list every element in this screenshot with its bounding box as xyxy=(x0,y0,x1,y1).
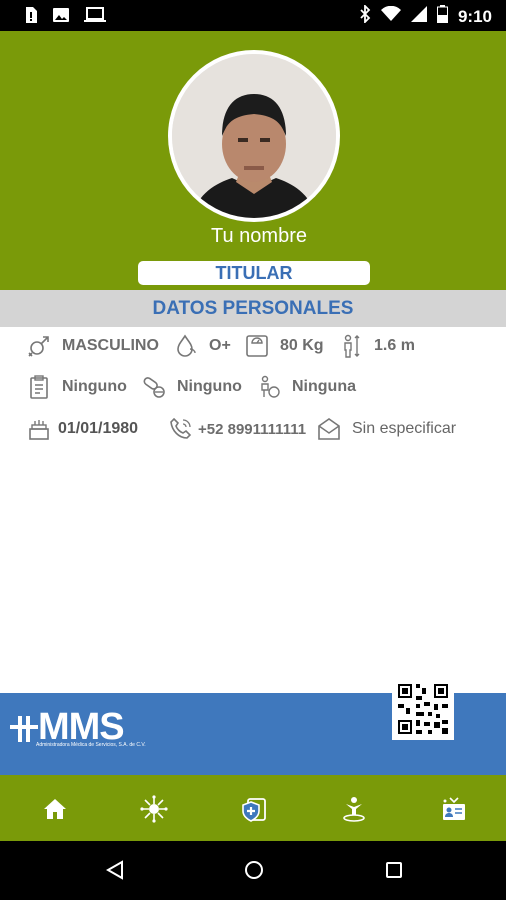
info-row-contact: 01/01/1980 +52 8991111111 Sin especifica… xyxy=(0,416,506,446)
conditions-field: Ninguno xyxy=(26,374,127,400)
disability-icon xyxy=(256,374,282,400)
info-row-medical: Ninguno Ninguno Ninguna xyxy=(0,374,506,404)
disability-value: Ninguna xyxy=(292,378,356,395)
logo-subtext: Administradora Médica de Servicios, S.A.… xyxy=(36,742,146,748)
profile-photo xyxy=(172,54,336,218)
birthdate-field: 01/01/1980 xyxy=(26,416,138,442)
birthdate-value: 01/01/1980 xyxy=(58,420,139,437)
status-bar: 9:10 xyxy=(0,0,506,31)
medications-field: Ninguno xyxy=(141,374,242,400)
phone-field[interactable]: +52 8991111111 xyxy=(168,416,306,442)
email-field[interactable]: Sin especificar xyxy=(316,416,456,442)
qr-code[interactable] xyxy=(392,678,454,740)
email-value: Sin especificar xyxy=(352,420,457,437)
scale-icon xyxy=(244,333,270,359)
height-field: 1.6 m xyxy=(338,333,415,359)
signal-icon xyxy=(410,6,427,27)
person-location-icon xyxy=(340,797,368,827)
image-icon xyxy=(52,7,70,28)
bottom-nav xyxy=(0,775,506,841)
medical-shield-icon xyxy=(240,798,268,827)
wifi-icon xyxy=(380,5,401,27)
mms-logo: MMS Administradora Médica de Servicios, … xyxy=(10,706,170,752)
weight-value: 80 Kg xyxy=(280,337,324,354)
id-card-icon xyxy=(440,797,468,827)
home-system-button[interactable] xyxy=(243,859,265,881)
height-icon xyxy=(338,333,364,359)
back-button[interactable] xyxy=(104,859,126,881)
bluetooth-icon xyxy=(359,3,371,28)
nav-medical-button[interactable] xyxy=(240,795,268,823)
info-row-physical: MASCULINO O+ 80 Kg 1.6 m xyxy=(0,333,506,363)
network-icon xyxy=(140,795,168,827)
android-nav-bar xyxy=(0,841,506,900)
disability-field: Ninguna xyxy=(256,374,356,400)
clipboard-icon xyxy=(26,374,52,400)
section-title: DATOS PERSONALES xyxy=(0,290,506,327)
sim-alert-icon xyxy=(24,6,38,29)
medications-value: Ninguno xyxy=(177,378,242,395)
recents-button[interactable] xyxy=(383,859,405,881)
avatar[interactable] xyxy=(168,50,340,222)
nav-id-card-button[interactable] xyxy=(440,795,468,823)
recents-square-icon xyxy=(383,862,405,885)
nav-location-button[interactable] xyxy=(340,795,368,823)
phone-value: +52 8991111111 xyxy=(198,420,307,438)
gender-field: MASCULINO xyxy=(26,333,159,359)
weight-field: 80 Kg xyxy=(244,333,324,359)
back-triangle-icon xyxy=(104,860,126,885)
blood-type-field: O+ xyxy=(173,333,231,359)
nav-home-button[interactable] xyxy=(41,795,69,823)
pills-icon xyxy=(141,374,167,400)
home-icon xyxy=(41,799,69,827)
email-icon xyxy=(316,416,342,442)
phone-icon xyxy=(168,416,194,442)
blood-drop-icon xyxy=(173,333,199,359)
blood-type-value: O+ xyxy=(209,337,231,354)
gender-icon xyxy=(26,333,52,359)
birthday-cake-icon xyxy=(26,416,52,442)
gender-value: MASCULINO xyxy=(62,337,159,354)
titular-badge: TITULAR xyxy=(138,261,370,285)
nav-network-button[interactable] xyxy=(140,795,168,823)
height-value: 1.6 m xyxy=(374,337,415,354)
battery-icon xyxy=(436,5,448,28)
clock: 9:10 xyxy=(457,6,492,26)
profile-name: Tu nombre xyxy=(211,225,307,247)
home-circle-icon xyxy=(243,861,265,885)
conditions-value: Ninguno xyxy=(62,378,127,395)
laptop-icon xyxy=(84,7,106,28)
